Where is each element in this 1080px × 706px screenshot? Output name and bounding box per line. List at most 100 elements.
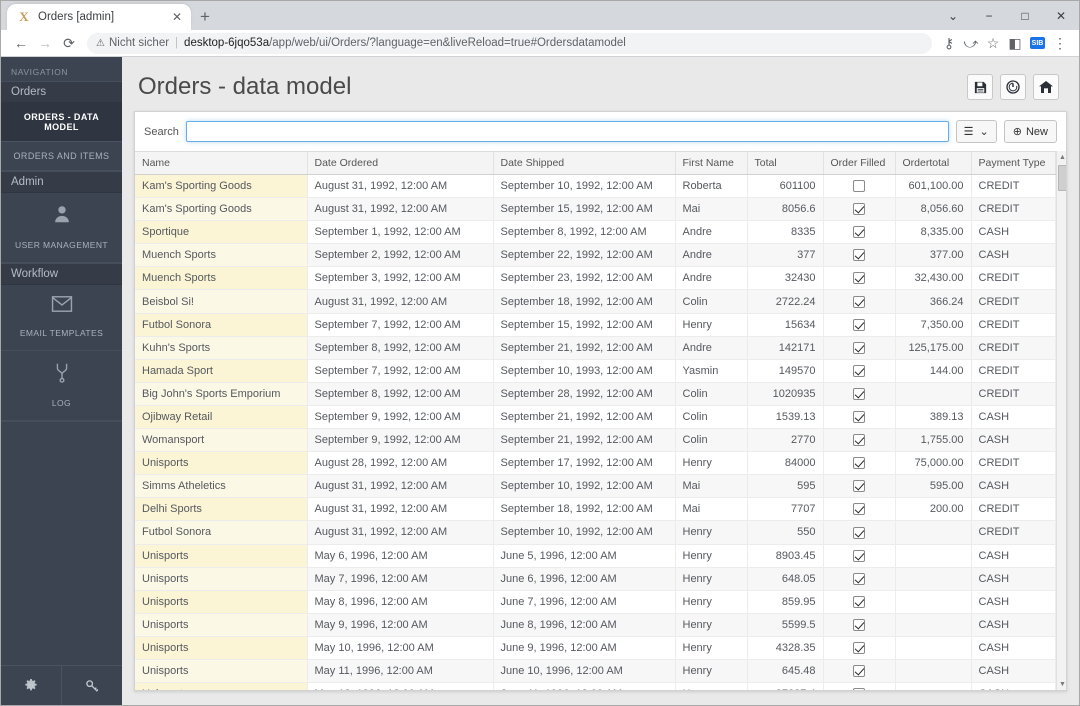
key-icon[interactable]	[61, 666, 122, 705]
table-cell[interactable]: September 9, 1992, 12:00 AM	[307, 405, 494, 430]
table-cell[interactable]: CASH	[971, 428, 1056, 453]
table-cell[interactable]: 4328.35	[747, 636, 824, 660]
table-cell[interactable]: June 5, 1996, 12:00 AM	[493, 544, 676, 568]
table-cell[interactable]: September 28, 1992, 12:00 AM	[493, 382, 676, 406]
table-cell[interactable]: September 23, 1992, 12:00 AM	[493, 266, 676, 291]
table-cell[interactable]	[895, 613, 972, 637]
save-button[interactable]	[967, 74, 993, 100]
table-cell[interactable]: 550	[747, 520, 824, 545]
table-cell[interactable]: Andre	[675, 220, 748, 245]
browser-tab[interactable]: X Orders [admin] ✕	[7, 4, 191, 30]
table-cell[interactable]: CASH	[971, 613, 1056, 637]
table-cell[interactable]: September 15, 1992, 12:00 AM	[493, 313, 676, 337]
cell-name[interactable]: Kuhn's Sports	[135, 336, 308, 360]
table-cell[interactable]	[823, 382, 896, 406]
forward-icon[interactable]: →	[33, 31, 57, 55]
table-cell[interactable]: August 31, 1992, 12:00 AM	[307, 474, 494, 499]
table-cell[interactable]: June 11, 1996, 12:00 AM	[493, 682, 676, 690]
table-column-header[interactable]: Date Shipped	[493, 151, 676, 175]
cell-name[interactable]: Sportique	[135, 220, 308, 245]
table-cell[interactable]: August 31, 1992, 12:00 AM	[307, 197, 494, 222]
table-cell[interactable]	[895, 659, 972, 684]
table-cell[interactable]: September 1, 1992, 12:00 AM	[307, 220, 494, 245]
order-filled-checkbox[interactable]	[853, 503, 865, 516]
table-row[interactable]: UnisportsMay 12, 1996, 12:00 AMJune 11, …	[135, 682, 1056, 690]
table-cell[interactable]: May 10, 1996, 12:00 AM	[307, 636, 494, 660]
order-filled-checkbox[interactable]	[853, 295, 865, 308]
table-cell[interactable]: Henry	[675, 544, 748, 568]
sidebar-item-user-management[interactable]: USER MANAGEMENT	[1, 193, 122, 263]
table-cell[interactable]: September 22, 1992, 12:00 AM	[493, 243, 676, 268]
table-cell[interactable]: Henry	[675, 313, 748, 337]
reload-icon[interactable]: ⟳	[57, 31, 81, 55]
share-icon[interactable]: ⤻	[960, 31, 982, 55]
table-cell[interactable]: Henry	[675, 613, 748, 637]
table-cell[interactable]: CASH	[971, 682, 1056, 690]
table-cell[interactable]	[823, 659, 896, 684]
table-cell[interactable]: Henry	[675, 520, 748, 545]
table-cell[interactable]: CREDIT	[971, 497, 1056, 522]
table-cell[interactable]: September 7, 1992, 12:00 AM	[307, 359, 494, 383]
extension-badge-icon[interactable]: SIB	[1030, 37, 1045, 49]
scroll-up-icon[interactable]: ▲	[1057, 151, 1067, 163]
table-column-header[interactable]: Total	[747, 151, 824, 175]
table-cell[interactable]	[823, 474, 896, 499]
table-cell[interactable]	[823, 289, 896, 314]
table-cell[interactable]: September 7, 1992, 12:00 AM	[307, 313, 494, 337]
table-cell[interactable]: September 8, 1992, 12:00 AM	[307, 382, 494, 406]
table-row[interactable]: Futbol Sonora September 7, 1992, 12:00 AM…	[135, 313, 1056, 337]
bookmark-star-icon[interactable]: ☆	[982, 31, 1004, 55]
table-cell[interactable]: CREDIT	[971, 336, 1056, 360]
table-cell[interactable]: 75,000.00	[895, 451, 972, 476]
table-cell[interactable]: 595.00	[895, 474, 972, 499]
table-cell[interactable]	[823, 243, 896, 268]
side-panel-icon[interactable]: ◧	[1004, 31, 1026, 55]
order-filled-checkbox[interactable]	[853, 618, 865, 631]
table-cell[interactable]: CASH	[971, 243, 1056, 268]
password-key-icon[interactable]: ⚷	[938, 31, 960, 55]
table-cell[interactable]: May 11, 1996, 12:00 AM	[307, 659, 494, 684]
order-filled-checkbox[interactable]	[853, 688, 865, 690]
table-cell[interactable]: 8056.6	[747, 197, 824, 222]
table-cell[interactable]: 595	[747, 474, 824, 499]
table-cell[interactable]: 1020935	[747, 382, 824, 406]
table-cell[interactable]: June 7, 1996, 12:00 AM	[493, 590, 676, 614]
refresh-button[interactable]	[1000, 74, 1026, 100]
table-cell[interactable]: June 10, 1996, 12:00 AM	[493, 659, 676, 684]
table-cell[interactable]: 2722.24	[747, 289, 824, 314]
table-cell[interactable]: Mai	[675, 197, 748, 222]
table-cell[interactable]: Colin	[675, 405, 748, 430]
scroll-down-icon[interactable]: ▼	[1057, 678, 1067, 690]
table-cell[interactable]: 601100	[747, 174, 824, 199]
table-cell[interactable]: 2770	[747, 428, 824, 453]
table-row[interactable]: Unisports May 8, 1996, 12:00 AM June 7, 19…	[135, 590, 1056, 614]
table-cell[interactable]	[823, 174, 896, 199]
table-cell[interactable]: Henry	[675, 451, 748, 476]
cell-name[interactable]: Muench Sports	[135, 243, 308, 268]
table-cell[interactable]: CREDIT	[971, 313, 1056, 337]
order-filled-checkbox[interactable]	[853, 203, 865, 216]
table-cell[interactable]: September 10, 1992, 12:00 AM	[493, 174, 676, 199]
table-column-header[interactable]: First Name	[675, 151, 748, 175]
table-cell[interactable]: 1539.13	[747, 405, 824, 430]
sidebar-item-email-templates[interactable]: EMAIL TEMPLATES	[1, 285, 122, 351]
table-cell[interactable]: May 8, 1996, 12:00 AM	[307, 590, 494, 614]
table-cell[interactable]	[823, 451, 896, 476]
table-cell[interactable]: Henry	[675, 590, 748, 614]
table-cell[interactable]: Yasmin	[675, 359, 748, 383]
table-cell[interactable]: May 6, 1996, 12:00 AM	[307, 544, 494, 568]
table-cell[interactable]: 144.00	[895, 359, 972, 383]
table-cell[interactable]: CREDIT	[971, 174, 1056, 199]
table-cell[interactable]: 84000	[747, 451, 824, 476]
order-filled-checkbox[interactable]	[853, 341, 865, 354]
order-filled-checkbox[interactable]	[853, 572, 865, 585]
table-cell[interactable]: CREDIT	[971, 359, 1056, 383]
cell-name[interactable]: Kam's Sporting Goods	[135, 174, 308, 199]
table-cell[interactable]: September 17, 1992, 12:00 AM	[493, 451, 676, 476]
cell-name[interactable]: Unisports	[135, 636, 308, 660]
table-cell[interactable]: Roberta	[675, 174, 748, 199]
table-row[interactable]: Muench Sports September 2, 1992, 12:00 AM…	[135, 243, 1056, 268]
table-cell[interactable]: 8,335.00	[895, 220, 972, 245]
table-cell[interactable]	[895, 382, 972, 406]
table-cell[interactable]: 32,430.00	[895, 266, 972, 291]
